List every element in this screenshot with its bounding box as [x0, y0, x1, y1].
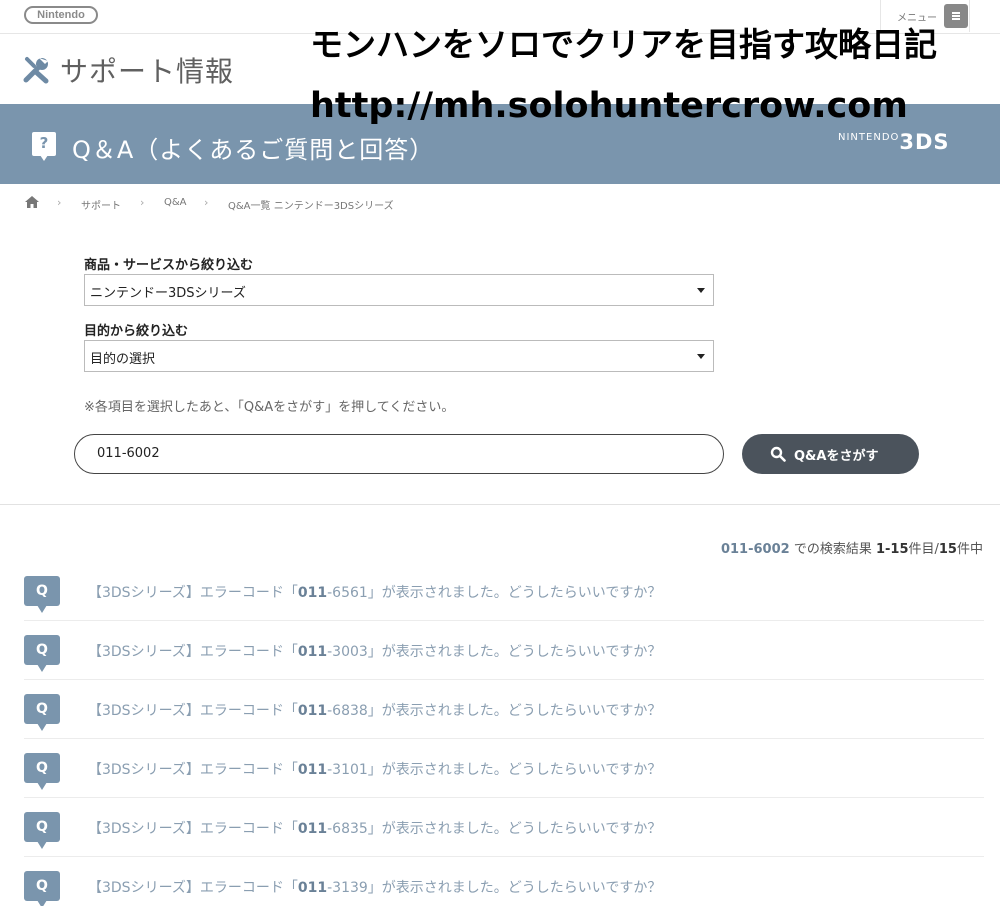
nintendo-logo[interactable]: Nintendo: [24, 6, 98, 24]
product-select[interactable]: ニンテンドー3DSシリーズ: [84, 274, 714, 306]
result-link[interactable]: 【3DSシリーズ】エラーコード「011-3139」が表示されました。どうしたらい…: [88, 877, 661, 897]
product-filter-label: 商品・サービスから絞り込む: [84, 258, 254, 273]
chevron-right-icon: ›: [204, 196, 209, 209]
search-button-label: Q&Aをさがす: [794, 449, 879, 464]
list-item[interactable]: Q 【3DSシリーズ】エラーコード「011-3101」が表示されました。どうした…: [24, 739, 984, 798]
breadcrumb-item[interactable]: Q&A: [164, 197, 187, 208]
result-link[interactable]: 【3DSシリーズ】エラーコード「011-3003」が表示されました。どうしたらい…: [88, 641, 661, 661]
list-item[interactable]: Q 【3DSシリーズ】エラーコード「011-3139」が表示されました。どうした…: [24, 857, 984, 906]
list-item[interactable]: Q 【3DSシリーズ】エラーコード「011-6835」が表示されました。どうした…: [24, 798, 984, 857]
breadcrumb-item[interactable]: サポート: [81, 197, 121, 212]
search-input-value: 011-6002: [97, 446, 160, 461]
list-item[interactable]: Q 【3DSシリーズ】エラーコード「011-6561」が表示されました。どうした…: [24, 562, 984, 621]
q-badge-icon: Q: [24, 635, 60, 672]
purpose-select-value: 目的の選択: [90, 352, 156, 367]
product-select-value: ニンテンドー3DSシリーズ: [90, 286, 246, 301]
nintendo-3ds-logo: NINTENDO3DS: [838, 130, 950, 154]
search-button[interactable]: Q&Aをさがす: [742, 434, 919, 474]
result-summary: 011-6002 での検索結果 1-15件目/15件中: [720, 542, 983, 557]
q-badge-icon: Q: [24, 871, 60, 906]
purpose-select[interactable]: 目的の選択: [84, 340, 714, 372]
wrench-icon: [23, 57, 49, 84]
overlay-caption: モンハンをソロでクリアを目指す攻略日記: [310, 25, 937, 64]
search-input[interactable]: 011-6002: [74, 434, 724, 474]
list-item[interactable]: Q 【3DSシリーズ】エラーコード「011-3003」が表示されました。どうした…: [24, 621, 984, 680]
result-link[interactable]: 【3DSシリーズ】エラーコード「011-6838」が表示されました。どうしたらい…: [88, 700, 661, 720]
list-item[interactable]: Q 【3DSシリーズ】エラーコード「011-6838」が表示されました。どうした…: [24, 680, 984, 739]
breadcrumb-item-current: Q&A一覧 ニンテンドー3DSシリーズ: [228, 201, 394, 212]
result-link[interactable]: 【3DSシリーズ】エラーコード「011-3101」が表示されました。どうしたらい…: [88, 759, 661, 779]
result-link[interactable]: 【3DSシリーズ】エラーコード「011-6561」が表示されました。どうしたらい…: [88, 582, 661, 602]
caret-down-icon: [697, 354, 705, 359]
q-badge-icon: Q: [24, 694, 60, 731]
chevron-right-icon: ›: [57, 196, 62, 209]
question-icon: ?: [32, 132, 56, 161]
overlay-url: http://mh.solohuntercrow.com: [310, 86, 908, 126]
hamburger-icon: [944, 4, 968, 28]
q-badge-icon: Q: [24, 576, 60, 613]
result-link[interactable]: 【3DSシリーズ】エラーコード「011-6835」が表示されました。どうしたらい…: [88, 818, 661, 838]
page-title: サポート情報: [60, 55, 235, 88]
banner-title: Q＆A（よくあるご質問と回答）: [72, 136, 435, 164]
result-list: Q 【3DSシリーズ】エラーコード「011-6561」が表示されました。どうした…: [24, 562, 984, 906]
caret-down-icon: [697, 288, 705, 293]
q-badge-icon: Q: [24, 753, 60, 790]
q-badge-icon: Q: [24, 812, 60, 849]
filter-note: ※各項目を選択したあと、「Q&Aをさがす」を押してください。: [84, 400, 455, 415]
search-icon: [770, 446, 786, 462]
home-icon[interactable]: [24, 195, 40, 209]
purpose-filter-label: 目的から絞り込む: [84, 324, 189, 339]
chevron-right-icon: ›: [140, 196, 145, 209]
divider: [0, 504, 1000, 505]
